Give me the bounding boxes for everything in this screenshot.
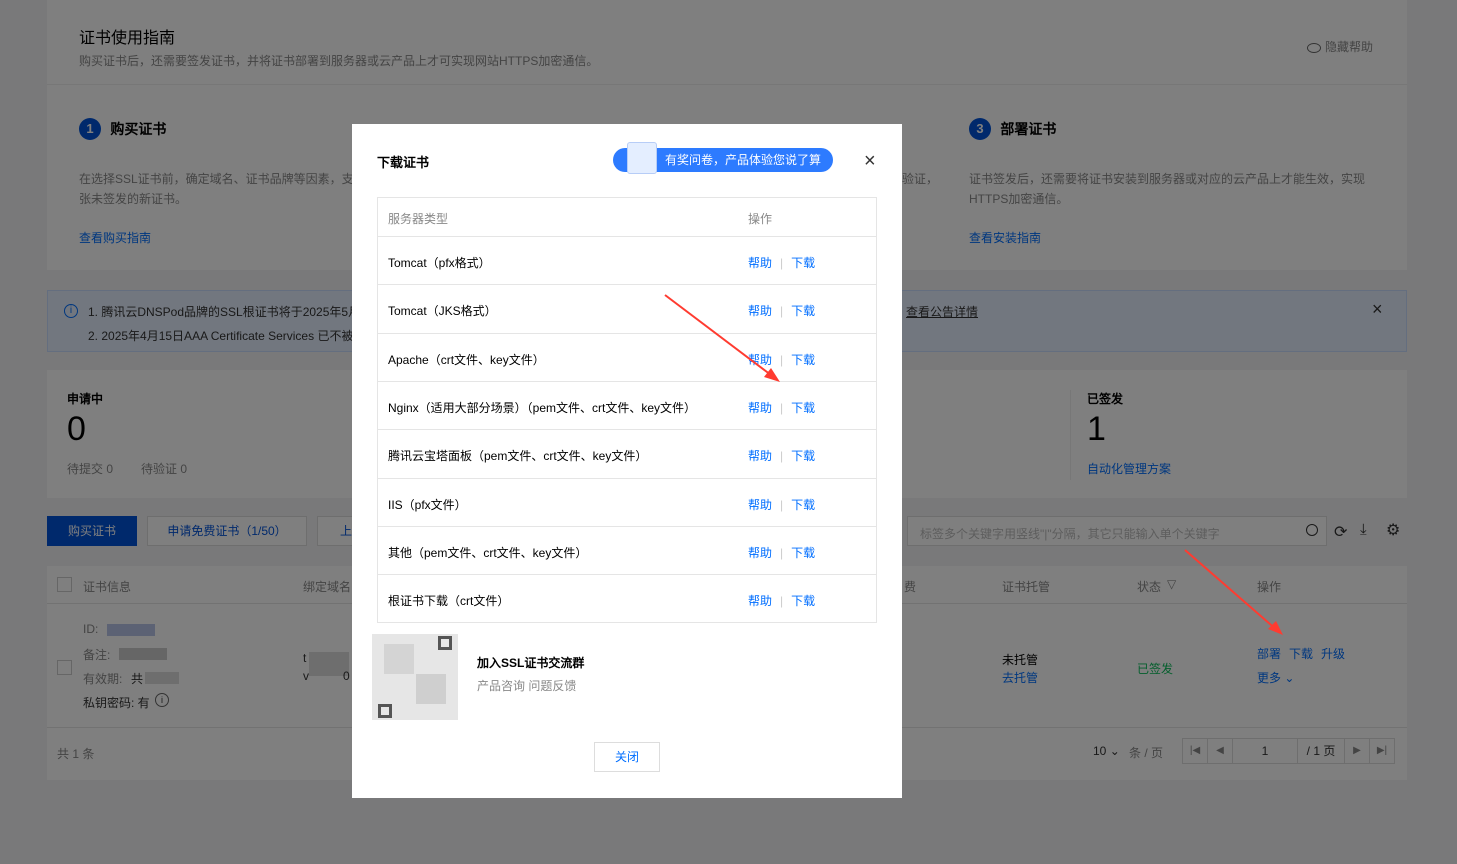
- server-type-name: IIS（pfx文件）: [388, 497, 467, 512]
- server-type-row: 根证书下载（crt文件） 帮助 | 下载: [377, 574, 877, 622]
- download-link[interactable]: 下载: [791, 498, 815, 512]
- row-actions: 帮助 | 下载: [748, 254, 815, 271]
- header-server-type: 服务器类型: [388, 212, 449, 226]
- server-type-name: 腾讯云宝塔面板（pem文件、crt文件、key文件）: [388, 449, 648, 464]
- separator: |: [780, 497, 784, 512]
- server-type-row: 其他（pem文件、crt文件、key文件） 帮助 | 下载: [377, 525, 877, 574]
- arrow-annotation-right: [1184, 549, 1283, 635]
- separator: |: [780, 449, 784, 464]
- server-type-row: Nginx（适用大部分场景）（pem文件、crt文件、key文件） 帮助 | 下载: [377, 380, 877, 429]
- separator: |: [780, 256, 784, 270]
- modal-title: 下载证书: [377, 155, 430, 170]
- download-modal: 下载证书 有奖问卷，产品体验您说了算 × 服务器类型 操作 加入SSL证书交流群…: [352, 124, 902, 798]
- arrow-annotation-modal: [664, 294, 780, 382]
- separator: |: [780, 400, 784, 415]
- download-link[interactable]: 下载: [791, 594, 815, 608]
- download-link[interactable]: 下载: [791, 353, 815, 367]
- server-type-row: IIS（pfx文件） 帮助 | 下载: [377, 477, 877, 526]
- download-link[interactable]: 下载: [791, 449, 815, 463]
- help-link[interactable]: 帮助: [748, 498, 772, 512]
- close-icon[interactable]: ×: [864, 150, 876, 173]
- row-actions: 帮助 | 下载: [748, 592, 815, 609]
- row-actions: 帮助 | 下载: [748, 399, 815, 416]
- group-desc: 产品咨询 问题反馈: [477, 679, 577, 693]
- help-link[interactable]: 帮助: [748, 449, 772, 463]
- download-link[interactable]: 下载: [791, 256, 815, 270]
- server-type-name: Tomcat（pfx格式）: [388, 256, 491, 270]
- help-link[interactable]: 帮助: [748, 594, 772, 608]
- server-type-name: 其他（pem文件、crt文件、key文件）: [388, 545, 588, 560]
- server-type-row: Apache（crt文件、key文件） 帮助 | 下载: [377, 332, 877, 381]
- close-button[interactable]: 关闭: [594, 742, 660, 772]
- header-ops: 操作: [748, 212, 773, 226]
- row-actions: 帮助 | 下载: [748, 544, 815, 561]
- server-type-name: Nginx（适用大部分场景）（pem文件、crt文件、key文件）: [388, 400, 697, 415]
- separator: |: [780, 594, 784, 609]
- download-link[interactable]: 下载: [791, 401, 815, 415]
- server-type-name: Tomcat（JKS格式）: [388, 304, 497, 319]
- survey-doc-icon: [627, 142, 657, 174]
- help-link[interactable]: 帮助: [748, 546, 772, 560]
- download-link[interactable]: 下载: [791, 546, 815, 560]
- separator: |: [780, 545, 784, 560]
- row-actions: 帮助 | 下载: [748, 447, 815, 464]
- server-type-row: Tomcat（pfx格式） 帮助 | 下载: [377, 236, 877, 284]
- server-type-row: 腾讯云宝塔面板（pem文件、crt文件、key文件） 帮助 | 下载: [377, 429, 877, 477]
- survey-banner[interactable]: 有奖问卷，产品体验您说了算: [613, 142, 833, 174]
- server-type-name: 根证书下载（crt文件）: [388, 594, 510, 609]
- survey-label: 有奖问卷，产品体验您说了算: [665, 153, 822, 167]
- help-link[interactable]: 帮助: [748, 256, 772, 270]
- server-type-name: Apache（crt文件、key文件）: [388, 352, 545, 367]
- download-link[interactable]: 下载: [791, 304, 815, 318]
- row-actions: 帮助 | 下载: [748, 496, 815, 513]
- qr-code-image: [372, 634, 458, 720]
- help-link[interactable]: 帮助: [748, 401, 772, 415]
- server-type-row: Tomcat（JKS格式） 帮助 | 下载: [377, 284, 877, 332]
- group-title: 加入SSL证书交流群: [477, 656, 585, 670]
